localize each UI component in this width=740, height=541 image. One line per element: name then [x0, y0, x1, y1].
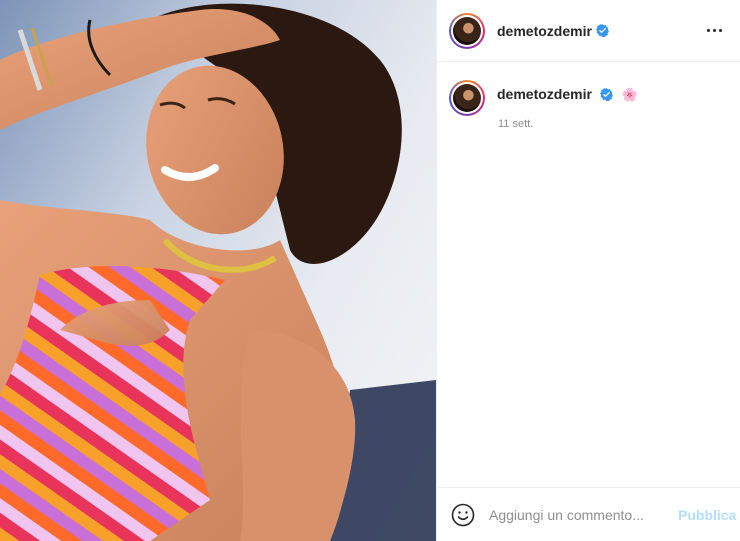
- post-side-panel: demetozdemir demetozdemir 🌸 11 sett. Agg…: [436, 0, 740, 541]
- verified-badge-icon: [595, 24, 609, 37]
- avatar-image: [453, 16, 481, 45]
- caption-avatar[interactable]: [449, 80, 485, 116]
- verified-badge-icon: [600, 88, 614, 101]
- header-username[interactable]: demetozdemir: [497, 23, 592, 39]
- instagram-post: demetozdemir demetozdemir 🌸 11 sett. Agg…: [0, 0, 740, 541]
- caption-username[interactable]: demetozdemir: [497, 86, 592, 102]
- more-dot: [712, 29, 716, 32]
- more-dot: [718, 29, 722, 32]
- smiley-icon[interactable]: [451, 503, 475, 527]
- photo-illustration: [0, 3, 436, 541]
- comments-area: demetozdemir 🌸 11 sett.: [437, 62, 740, 487]
- avatar-image: [453, 84, 481, 112]
- publish-button[interactable]: Pubblica: [670, 507, 736, 523]
- more-options-icon[interactable]: [702, 19, 726, 43]
- avatar-border: [451, 14, 483, 47]
- avatar-border: [451, 82, 483, 114]
- comment-input[interactable]: [489, 506, 670, 523]
- post-photo[interactable]: [0, 0, 436, 541]
- caption-row: demetozdemir 🌸 11 sett.: [449, 80, 728, 130]
- comment-box: Pubblica: [437, 487, 740, 541]
- avatar[interactable]: [449, 12, 485, 49]
- more-dot: [706, 29, 710, 32]
- post-header: demetozdemir: [437, 0, 740, 62]
- post-timestamp[interactable]: 11 sett.: [498, 118, 638, 130]
- caption-content: demetozdemir 🌸 11 sett.: [497, 80, 638, 130]
- caption-emoji: 🌸: [621, 87, 639, 102]
